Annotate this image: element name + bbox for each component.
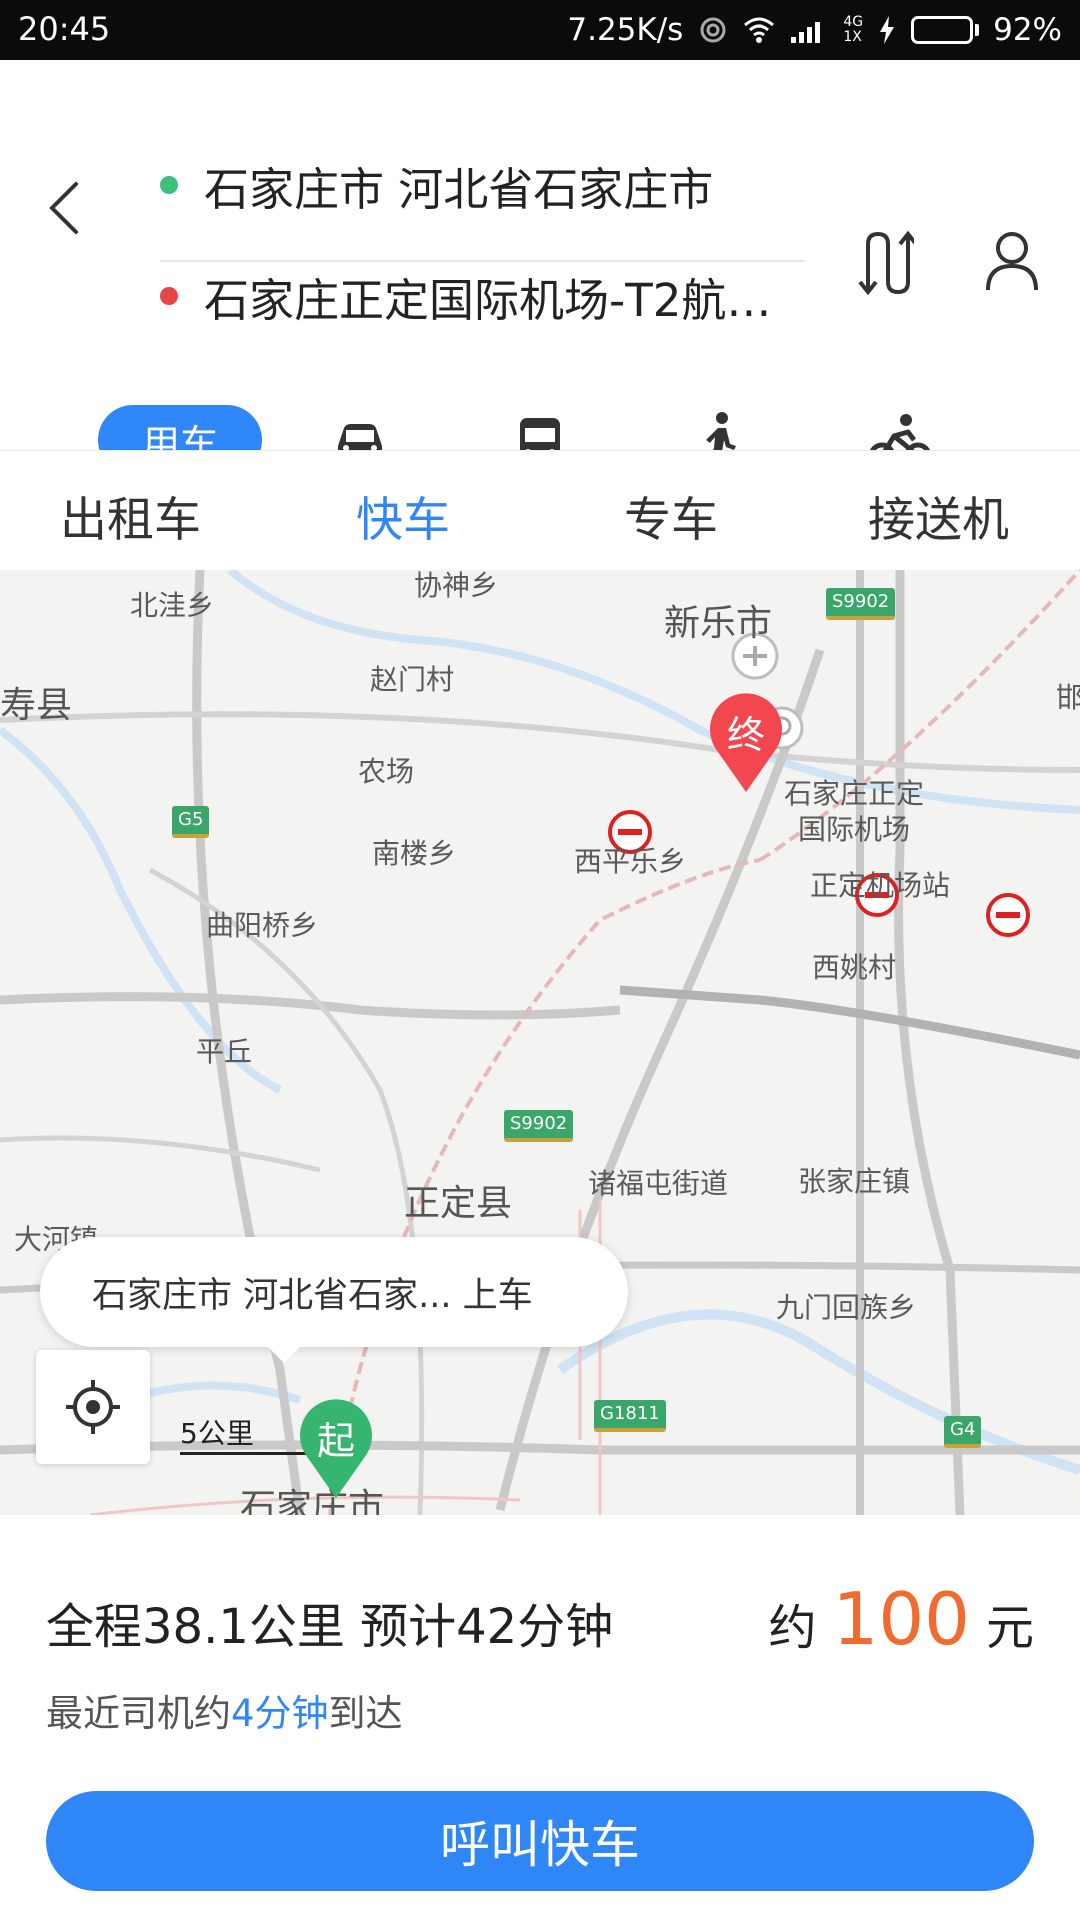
price-prefix: 约 <box>768 1600 817 1656</box>
locate-icon <box>66 1380 120 1434</box>
swap-route-icon[interactable] <box>854 230 914 296</box>
hotspot-icon <box>700 17 726 43</box>
road-shield: S9902 <box>504 1110 574 1142</box>
start-location-field[interactable]: 石家庄市 河北省石家庄市 <box>160 145 800 225</box>
pickup-callout-text: 石家庄市 河北省石家... 上车 <box>92 1275 533 1316</box>
map-label: 正定县 <box>404 1183 513 1224</box>
map-label: 南楼乡 <box>372 837 457 870</box>
service-tabs: 出租车 快车 专车 接送机 <box>0 450 1080 571</box>
transport-modes: 用车 <box>0 340 1080 475</box>
route-header: 石家庄市 河北省石家庄市 石家庄正定国际机场-T2航… 用车 <box>0 60 1080 475</box>
end-dot-icon <box>160 287 178 305</box>
tab-premier[interactable]: 专车 <box>624 481 718 550</box>
net-speed: 7.25K/s <box>567 12 684 48</box>
tab-express[interactable]: 快车 <box>356 481 450 550</box>
map-label: 平丘 <box>196 1035 253 1068</box>
price-estimate: 约 100 元 <box>769 1577 1034 1661</box>
call-express-button[interactable]: 呼叫快车 <box>46 1791 1034 1891</box>
battery-percent: 92% <box>993 12 1062 48</box>
eta-suffix: 到达 <box>328 1692 403 1735</box>
map-label: 邯 <box>1056 681 1080 714</box>
map-label: 赵门村 <box>370 663 455 696</box>
map-view[interactable]: 北洼乡 协神乡 新乐市 赵门村 寿县 农场 石家庄正定 国际机场 南楼乡 西平乐… <box>0 570 1080 1515</box>
battery-icon <box>911 16 980 44</box>
map-scale-label: 5公里 <box>180 1417 254 1450</box>
signal-icon <box>791 22 821 43</box>
map-roads <box>0 570 1080 1515</box>
road-shield: G4 <box>944 1416 982 1448</box>
start-dot-icon <box>160 176 178 194</box>
map-label: 西平乐乡 <box>574 845 687 878</box>
road-shield: S9902 <box>826 588 896 620</box>
map-scale-bar <box>180 1452 312 1455</box>
road-shield: G5 <box>172 806 210 838</box>
map-label: 曲阳桥乡 <box>206 909 319 942</box>
map-label: 新乐市 <box>664 603 773 644</box>
profile-icon[interactable] <box>984 230 1040 292</box>
eta-time: 4分钟 <box>231 1692 329 1735</box>
end-location-field[interactable]: 石家庄正定国际机场-T2航… <box>160 256 800 336</box>
map-label: 农场 <box>358 755 415 788</box>
destination-marker-label: 终 <box>726 713 765 757</box>
road-closure-icon <box>986 893 1030 937</box>
map-label: 张家庄镇 <box>798 1165 911 1198</box>
start-marker-label: 起 <box>316 1419 355 1463</box>
map-label: 石家庄正定 <box>784 777 925 810</box>
eta-prefix: 最近司机约 <box>46 1692 231 1735</box>
driver-eta: 最近司机约4分钟到达 <box>46 1683 403 1737</box>
map-label: 协神乡 <box>414 570 499 602</box>
map-label: 国际机场 <box>798 813 911 846</box>
wifi-icon <box>744 17 775 43</box>
back-arrow-icon[interactable] <box>44 178 84 238</box>
status-bar: 20:45 7.25K/s 4G 1X 92% <box>0 0 1080 60</box>
status-right-group: 7.25K/s 4G 1X 92% <box>567 10 1062 50</box>
charging-icon <box>880 16 895 44</box>
destination-marker[interactable]: 终 <box>704 690 788 794</box>
map-label: 诸福屯街道 <box>588 1167 729 1200</box>
trip-info-panel: 全程38.1公里 预计42分钟 约 100 元 最近司机约4分钟到达 呼叫快车 <box>0 1515 1080 1920</box>
trip-summary: 全程38.1公里 预计42分钟 <box>46 1599 614 1655</box>
network-type-label: 4G 1X <box>843 15 863 45</box>
locate-button[interactable] <box>36 1350 150 1464</box>
tab-taxi[interactable]: 出租车 <box>60 481 201 550</box>
end-location-text: 石家庄正定国际机场-T2航… <box>204 273 772 327</box>
map-label: 正定机场站 <box>810 869 951 902</box>
price-value: 100 <box>832 1577 970 1661</box>
status-time: 20:45 <box>18 10 111 48</box>
map-label: 北洼乡 <box>130 589 215 622</box>
map-label: 九门回族乡 <box>776 1291 917 1324</box>
tab-airport[interactable]: 接送机 <box>868 481 1009 550</box>
sim-type: 1X <box>843 29 862 45</box>
network-type: 4G <box>843 14 864 30</box>
start-location-text: 石家庄市 河北省石家庄市 <box>204 162 714 216</box>
road-shield: G1811 <box>594 1400 666 1432</box>
start-marker[interactable]: 起 <box>294 1396 378 1500</box>
price-unit: 元 <box>985 1600 1034 1656</box>
map-label: 西姚村 <box>812 951 897 984</box>
pickup-callout[interactable]: 石家庄市 河北省石家... 上车 <box>40 1237 628 1363</box>
callout-tail <box>266 1345 302 1363</box>
map-label: 寿县 <box>0 685 73 726</box>
